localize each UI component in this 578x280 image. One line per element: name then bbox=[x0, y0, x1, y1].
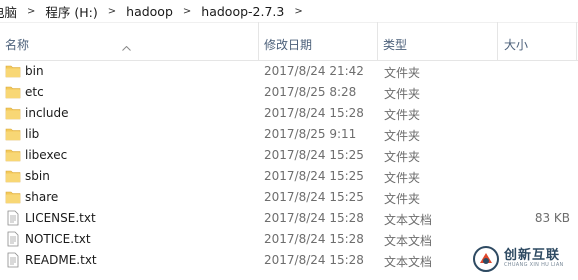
breadcrumb-item-hadoop[interactable]: hadoop bbox=[122, 4, 177, 19]
folder-icon bbox=[5, 86, 21, 99]
watermark-subtitle: CHUANG XIN HU LIAN bbox=[504, 262, 564, 269]
file-name: README.txt bbox=[25, 253, 97, 267]
file-name: NOTICE.txt bbox=[25, 232, 91, 246]
file-row-libexec[interactable]: libexec 2017/8/24 15:25 文件夹 bbox=[0, 145, 578, 166]
file-type: 文本文档 bbox=[384, 234, 433, 248]
file-name: etc bbox=[25, 85, 44, 99]
file-type: 文件夹 bbox=[384, 66, 421, 80]
watermark-title: 创新互联 bbox=[504, 248, 561, 264]
file-row-include[interactable]: include 2017/8/24 15:28 文件夹 bbox=[0, 103, 578, 124]
column-header-name[interactable]: 名称 bbox=[5, 36, 29, 53]
file-list: bin 2017/8/24 21:42 文件夹 etc 2017/8/25 8:… bbox=[0, 61, 578, 271]
text-file-icon bbox=[7, 252, 19, 268]
file-name: bin bbox=[25, 64, 44, 78]
file-size: 83 KB bbox=[534, 211, 570, 225]
column-divider[interactable] bbox=[258, 22, 259, 60]
sort-up-icon bbox=[122, 46, 131, 51]
file-type: 文件夹 bbox=[384, 192, 421, 206]
file-name: LICENSE.txt bbox=[25, 211, 96, 225]
file-modified: 2017/8/24 21:42 bbox=[264, 64, 364, 78]
folder-icon bbox=[5, 107, 21, 120]
chevron-right-icon[interactable]: > bbox=[21, 6, 41, 17]
file-modified: 2017/8/24 15:28 bbox=[264, 253, 364, 267]
file-name: libexec bbox=[25, 148, 68, 162]
text-file-icon bbox=[7, 210, 19, 226]
breadcrumb-item-pc[interactable]: 电脑 bbox=[0, 2, 21, 21]
folder-icon bbox=[5, 65, 21, 78]
brand-logo-icon bbox=[473, 246, 499, 272]
file-type: 文本文档 bbox=[384, 213, 433, 227]
file-modified: 2017/8/24 15:28 bbox=[264, 211, 364, 225]
chevron-right-icon[interactable]: > bbox=[102, 6, 122, 17]
column-header-type[interactable]: 类型 bbox=[383, 36, 407, 53]
file-row-sbin[interactable]: sbin 2017/8/24 15:25 文件夹 bbox=[0, 166, 578, 187]
file-name: lib bbox=[25, 127, 40, 141]
breadcrumb-item-hadoop-2-7-3[interactable]: hadoop-2.7.3 bbox=[197, 4, 288, 19]
file-modified: 2017/8/24 15:25 bbox=[264, 148, 364, 162]
chevron-right-icon[interactable]: > bbox=[288, 6, 308, 17]
file-row-share[interactable]: share 2017/8/24 15:25 文件夹 bbox=[0, 187, 578, 208]
file-type: 文件夹 bbox=[384, 150, 421, 164]
folder-icon bbox=[5, 191, 21, 204]
file-name: share bbox=[25, 190, 59, 204]
folder-icon bbox=[5, 149, 21, 162]
breadcrumb: 电脑 > 程序 (H:) > hadoop > hadoop-2.7.3 > bbox=[0, 0, 578, 23]
file-type: 文本文档 bbox=[384, 255, 433, 269]
file-row-bin[interactable]: bin 2017/8/24 21:42 文件夹 bbox=[0, 61, 578, 82]
file-type: 文件夹 bbox=[384, 87, 421, 101]
column-divider[interactable] bbox=[377, 22, 378, 60]
file-name: include bbox=[25, 106, 69, 120]
file-modified: 2017/8/24 15:28 bbox=[264, 106, 364, 120]
column-divider[interactable] bbox=[497, 22, 498, 60]
file-row-lib[interactable]: lib 2017/8/25 9:11 文件夹 bbox=[0, 124, 578, 145]
file-type: 文件夹 bbox=[384, 108, 421, 122]
file-name: sbin bbox=[25, 169, 50, 183]
column-header-bar: 名称 修改日期 类型 大小 bbox=[0, 22, 578, 61]
column-divider[interactable] bbox=[576, 22, 577, 60]
file-type: 文件夹 bbox=[384, 171, 421, 185]
folder-icon bbox=[5, 128, 21, 141]
watermark: 创新互联 CHUANG XIN HU LIAN bbox=[470, 242, 572, 276]
column-header-modified[interactable]: 修改日期 bbox=[264, 36, 312, 53]
file-modified: 2017/8/25 8:28 bbox=[264, 85, 357, 99]
file-modified: 2017/8/24 15:25 bbox=[264, 169, 364, 183]
folder-icon bbox=[5, 170, 21, 183]
text-file-icon bbox=[7, 231, 19, 247]
chevron-right-icon[interactable]: > bbox=[177, 6, 197, 17]
column-header-size[interactable]: 大小 bbox=[504, 36, 528, 53]
file-modified: 2017/8/25 9:11 bbox=[264, 127, 357, 141]
file-type: 文件夹 bbox=[384, 129, 421, 143]
file-modified: 2017/8/24 15:28 bbox=[264, 232, 364, 246]
file-row-license[interactable]: LICENSE.txt 2017/8/24 15:28 文本文档 83 KB bbox=[0, 208, 578, 229]
file-row-etc[interactable]: etc 2017/8/25 8:28 文件夹 bbox=[0, 82, 578, 103]
breadcrumb-item-drive[interactable]: 程序 (H:) bbox=[41, 2, 101, 21]
file-modified: 2017/8/24 15:25 bbox=[264, 190, 364, 204]
